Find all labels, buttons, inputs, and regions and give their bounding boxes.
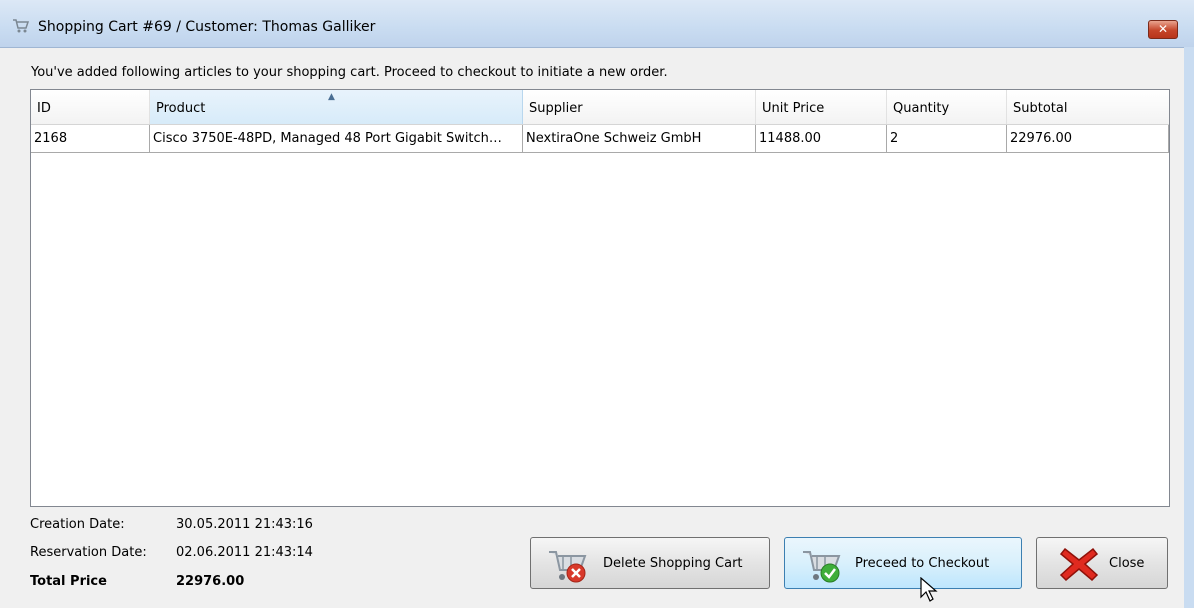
delete-shopping-cart-button[interactable]: Delete Shopping Cart — [530, 537, 770, 589]
close-button[interactable]: Close — [1036, 537, 1168, 589]
creation-date-value: 30.05.2011 21:43:16 — [176, 517, 313, 532]
close-icon[interactable]: ✕ — [1148, 20, 1178, 39]
cell-id[interactable]: 2168 — [31, 125, 150, 153]
table-row[interactable]: 2168 Cisco 3750E-48PD, Managed 48 Port G… — [31, 125, 1169, 153]
window-title: Shopping Cart #69 / Customer: Thomas Gal… — [38, 19, 376, 35]
cart-table[interactable]: ID ▲ Product Supplier Unit Price Quantit… — [30, 89, 1170, 507]
column-header-unit-price[interactable]: Unit Price — [756, 90, 887, 124]
window-titlebar: Shopping Cart #69 / Customer: Thomas Gal… — [0, 0, 1194, 48]
cell-subtotal[interactable]: 22976.00 — [1007, 125, 1169, 153]
table-header: ID ▲ Product Supplier Unit Price Quantit… — [31, 90, 1169, 125]
close-button-label: Close — [1109, 556, 1145, 571]
total-price-label: Total Price — [30, 574, 107, 589]
column-header-id[interactable]: ID — [31, 90, 150, 124]
cart-check-icon — [801, 544, 843, 588]
reservation-date-label: Reservation Date: — [30, 545, 147, 560]
cell-unit-price[interactable]: 11488.00 — [756, 125, 887, 153]
mouse-cursor-icon — [920, 576, 940, 607]
column-header-supplier[interactable]: Supplier — [523, 90, 756, 124]
column-header-subtotal[interactable]: Subtotal — [1007, 90, 1169, 124]
proceed-to-checkout-label: Preceed to Checkout — [855, 556, 990, 571]
proceed-to-checkout-button[interactable]: Preceed to Checkout — [784, 537, 1022, 589]
column-header-product-label: Product — [156, 101, 206, 116]
creation-date-label: Creation Date: — [30, 517, 125, 532]
intro-text: You've added following articles to your … — [31, 65, 668, 80]
cart-delete-icon — [547, 544, 589, 588]
delete-shopping-cart-label: Delete Shopping Cart — [603, 556, 743, 571]
red-x-icon — [1059, 545, 1099, 587]
cell-product[interactable]: Cisco 3750E-48PD, Managed 48 Port Gigabi… — [150, 125, 523, 153]
column-header-product[interactable]: ▲ Product — [150, 90, 523, 124]
shopping-cart-icon — [12, 18, 30, 38]
cell-supplier[interactable]: NextiraOne Schweiz GmbH — [523, 125, 756, 153]
column-header-quantity[interactable]: Quantity — [887, 90, 1007, 124]
window-frame-edge — [1184, 47, 1194, 608]
cell-quantity[interactable]: 2 — [887, 125, 1007, 153]
reservation-date-value: 02.06.2011 21:43:14 — [176, 545, 313, 560]
total-price-value: 22976.00 — [176, 574, 245, 589]
sort-ascending-icon: ▲ — [328, 92, 335, 102]
